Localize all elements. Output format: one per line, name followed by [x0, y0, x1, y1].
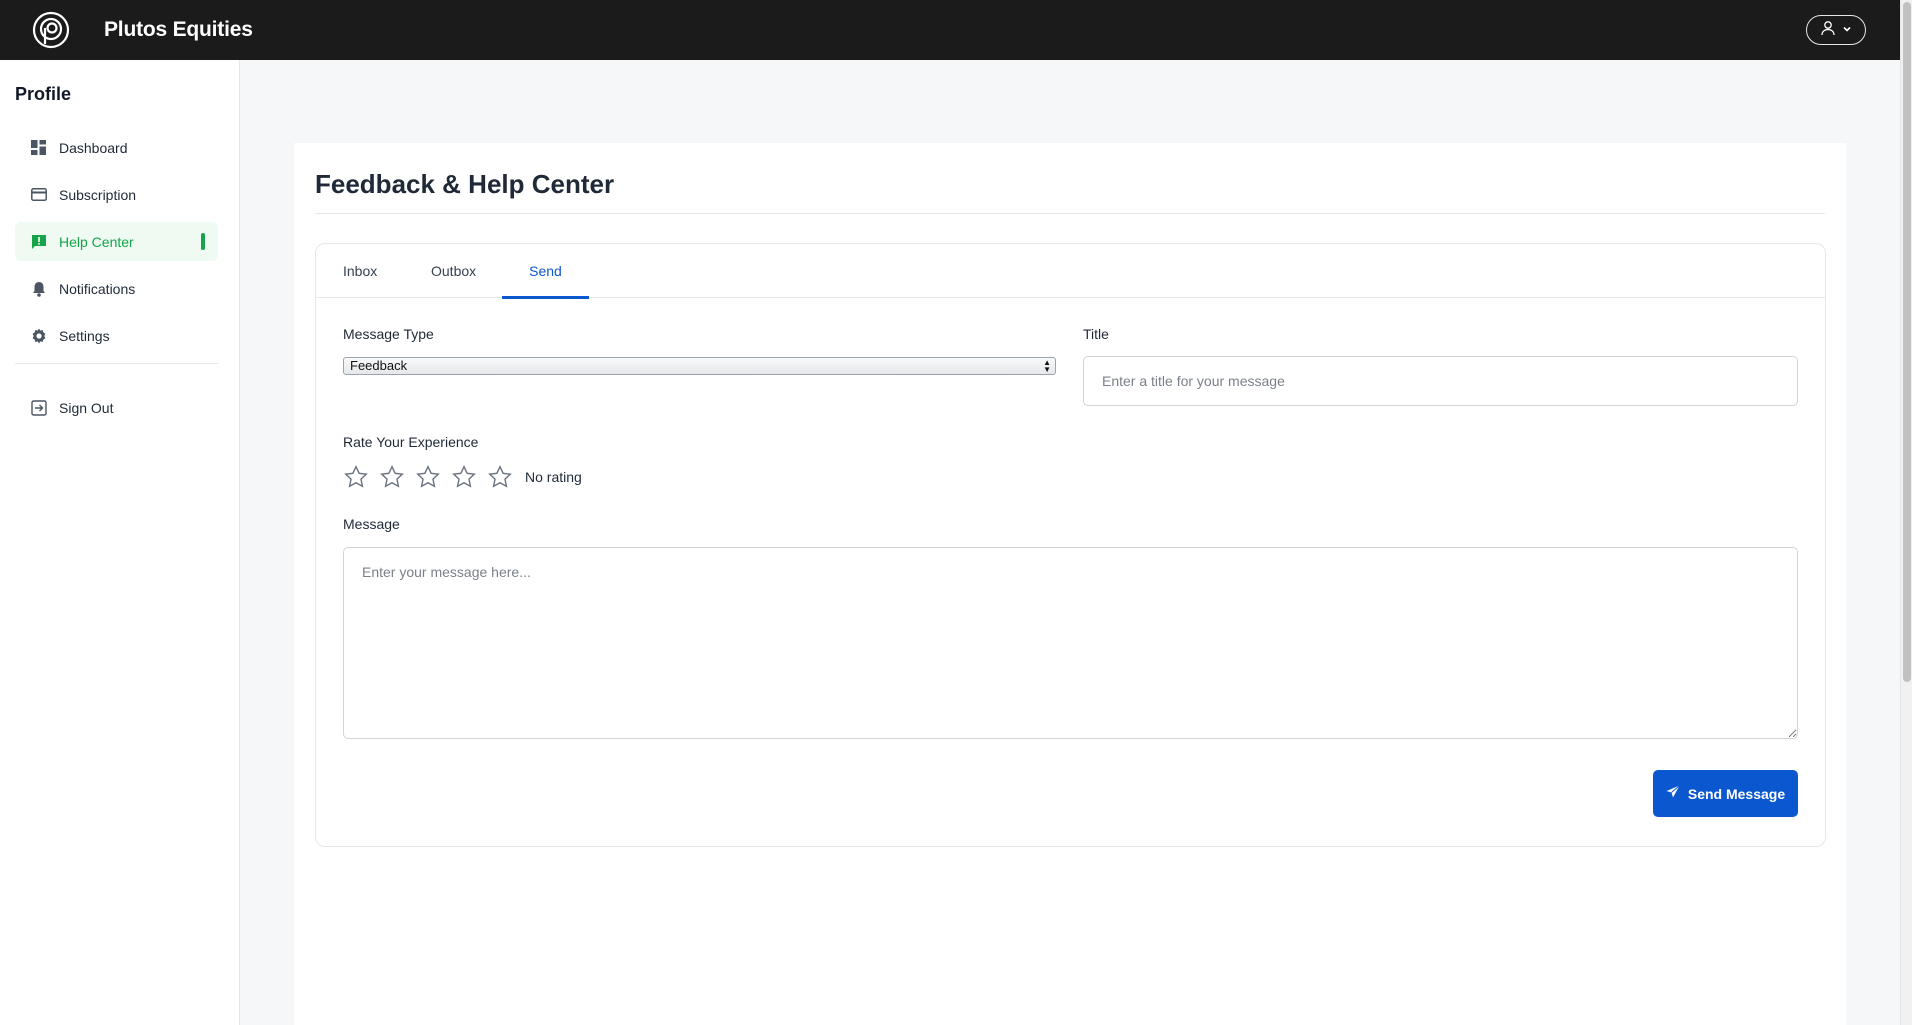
sidebar-title: Profile	[15, 84, 72, 104]
send-message-button[interactable]: Send Message	[1653, 770, 1798, 817]
page-title: Feedback & Help Center	[315, 169, 615, 199]
tab-outbox[interactable]: Outbox	[431, 244, 476, 298]
user-menu-button[interactable]	[1806, 15, 1866, 45]
star-icon[interactable]	[379, 464, 405, 490]
tab-send[interactable]: Send	[502, 244, 589, 299]
sign-out-icon	[30, 399, 47, 416]
star-rating: No rating	[343, 464, 582, 490]
message-type-label: Message Type	[343, 326, 434, 342]
sidebar-item-label: Subscription	[59, 186, 137, 203]
sidebar-item-subscription[interactable]: Subscription	[15, 175, 218, 214]
sidebar-divider	[15, 363, 218, 364]
message-textarea[interactable]	[343, 547, 1798, 739]
sidebar-item-label: Sign Out	[59, 399, 114, 416]
tab-bar: Inbox Outbox Send	[316, 244, 1825, 299]
sidebar-item-sign-out[interactable]: Sign Out	[15, 388, 218, 427]
user-icon	[1820, 20, 1836, 41]
rating-label: Rate Your Experience	[343, 434, 479, 450]
dashboard-icon	[30, 139, 47, 156]
message-panel: Inbox Outbox Send Message Type Feedback …	[315, 243, 1826, 847]
sidebar-item-label: Notifications	[59, 280, 136, 297]
send-icon	[1666, 785, 1680, 802]
star-icon[interactable]	[343, 464, 369, 490]
credit-card-icon	[30, 186, 47, 203]
sidebar-item-notifications[interactable]: Notifications	[15, 269, 218, 308]
sidebar-item-settings[interactable]: Settings	[15, 316, 218, 355]
chevron-down-icon	[1842, 21, 1852, 39]
top-bar: Plutos Equities	[0, 0, 1900, 60]
active-indicator	[201, 233, 205, 250]
chat-alert-icon	[30, 233, 47, 250]
title-label: Title	[1083, 326, 1109, 342]
gear-icon	[30, 327, 47, 344]
message-type-select[interactable]: Feedback ▲ ▼	[343, 357, 1056, 375]
star-icon[interactable]	[487, 464, 513, 490]
rating-text: No rating	[525, 469, 582, 485]
scrollbar-thumb[interactable]	[1903, 2, 1911, 682]
title-divider	[315, 213, 1825, 214]
send-button-label: Send Message	[1687, 785, 1786, 802]
main-card: Feedback & Help Center Inbox Outbox Send…	[294, 143, 1846, 1025]
star-icon[interactable]	[415, 464, 441, 490]
tab-inbox[interactable]: Inbox	[343, 244, 377, 298]
sidebar-item-help-center[interactable]: Help Center	[15, 222, 218, 261]
title-input[interactable]	[1083, 356, 1798, 406]
logo-icon[interactable]	[31, 10, 71, 50]
bell-icon	[30, 280, 47, 297]
message-type-value: Feedback	[350, 358, 408, 373]
sidebar-item-label: Help Center	[59, 233, 134, 250]
sidebar-item-dashboard[interactable]: Dashboard	[15, 128, 218, 167]
brand-name: Plutos Equities	[104, 18, 253, 41]
sidebar-item-label: Settings	[59, 327, 110, 344]
sidebar: Profile Dashboard Subscription Help Cent…	[0, 60, 240, 1025]
select-arrows-icon: ▲ ▼	[1043, 358, 1051, 374]
message-label: Message	[343, 516, 400, 532]
sidebar-nav: Dashboard Subscription Help Center Notif…	[15, 128, 218, 435]
page-scrollbar[interactable]	[1900, 0, 1912, 1025]
star-icon[interactable]	[451, 464, 477, 490]
sidebar-item-label: Dashboard	[59, 139, 128, 156]
